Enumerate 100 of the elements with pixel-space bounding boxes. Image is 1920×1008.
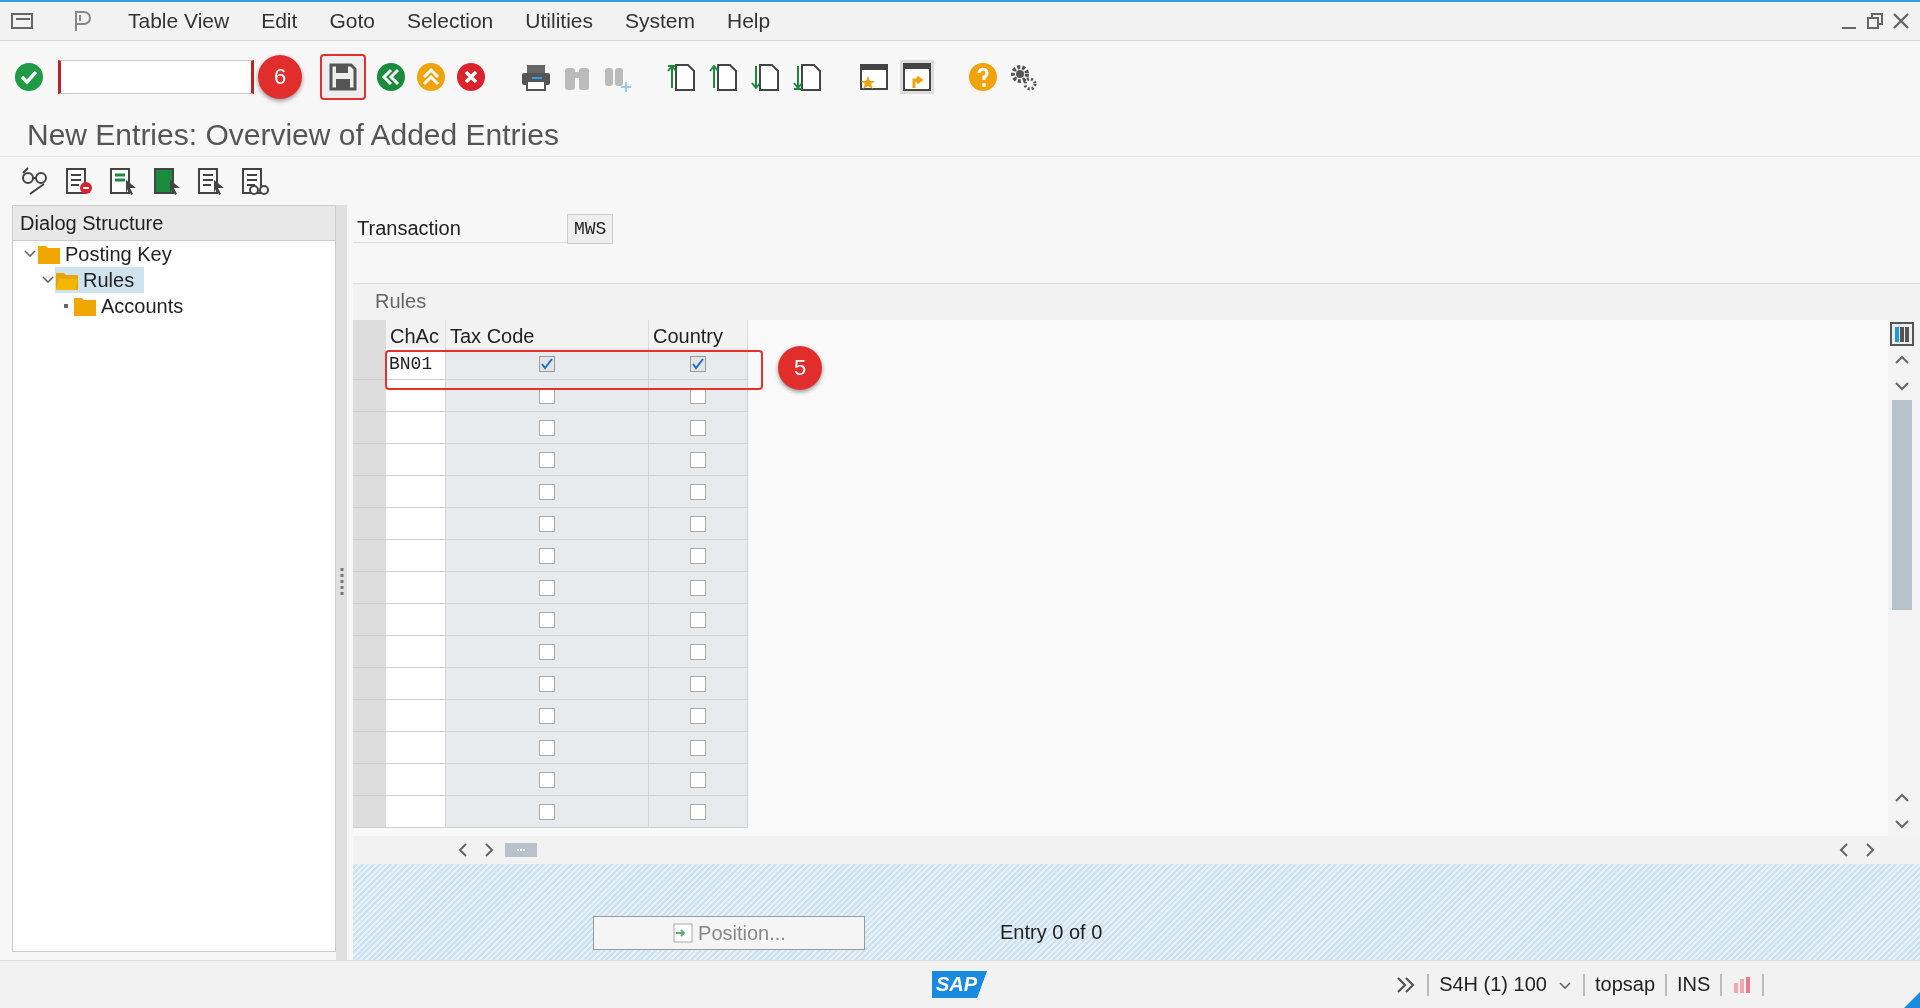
checkbox[interactable] (690, 483, 706, 500)
table-cell[interactable] (386, 508, 446, 540)
checkbox[interactable] (539, 419, 555, 436)
system-info[interactable]: S4H (1) 100 (1439, 973, 1547, 996)
back-icon[interactable] (376, 62, 406, 92)
settings-icon[interactable] (1008, 62, 1038, 92)
bar-chart-icon (1732, 974, 1753, 995)
tree-item[interactable]: Posting Key (37, 241, 182, 267)
transaction-field: MWS (567, 214, 614, 244)
delete-row-icon[interactable] (64, 166, 94, 196)
menu-item[interactable]: System (625, 9, 695, 33)
select-all-icon[interactable] (108, 166, 138, 196)
last-page-icon[interactable] (792, 62, 824, 92)
folder-icon (37, 243, 61, 265)
previous-page-icon[interactable] (708, 62, 740, 92)
checkbox[interactable] (539, 739, 555, 756)
menu-item[interactable]: Selection (406, 9, 494, 33)
restore-icon[interactable] (1866, 12, 1884, 30)
group-title: Rules (374, 289, 428, 314)
document-glasses-icon[interactable] (240, 166, 270, 196)
checkbox[interactable] (539, 547, 555, 564)
menu-item[interactable]: Edit (261, 9, 298, 33)
table-cell[interactable] (386, 764, 446, 796)
glasses-pencil-icon[interactable] (20, 166, 50, 196)
table-cell[interactable] (386, 668, 446, 700)
step-badge: 6 (258, 55, 302, 99)
column-settings-icon[interactable] (1890, 322, 1914, 346)
row-selector[interactable] (353, 348, 386, 380)
scrollbar-thumb-icon[interactable] (505, 843, 537, 857)
table-cell[interactable] (386, 380, 446, 412)
column-header[interactable]: Tax Code (446, 320, 649, 348)
folder-icon (73, 295, 97, 317)
table-cell[interactable] (386, 572, 446, 604)
select-block-icon[interactable] (152, 166, 182, 196)
help-icon[interactable] (968, 62, 998, 92)
step-badge: 5 (778, 346, 822, 390)
resize-grip-icon (1904, 992, 1920, 1008)
checkbox[interactable] (690, 739, 706, 756)
page-title: New Entries: Overview of Added Entries (27, 117, 559, 152)
new-window-icon[interactable] (858, 62, 890, 92)
checkbox[interactable] (539, 771, 555, 788)
table-cell[interactable] (386, 604, 446, 636)
checkbox[interactable] (539, 675, 555, 692)
next-page-icon[interactable] (750, 62, 782, 92)
shortcut-icon[interactable] (900, 60, 934, 94)
scrollbar-thumb[interactable] (1892, 400, 1912, 610)
column-header[interactable]: Country (649, 320, 748, 348)
checkbox[interactable] (690, 451, 706, 468)
checkbox[interactable] (539, 579, 555, 596)
menu-item[interactable]: Goto (329, 9, 375, 33)
cancel-icon[interactable] (456, 62, 486, 92)
checkbox[interactable] (690, 419, 706, 436)
table-cell[interactable] (386, 796, 446, 828)
entry-count: Entry 0 of 0 (1000, 921, 1103, 945)
checkbox[interactable] (690, 643, 706, 660)
table-cell[interactable] (386, 700, 446, 732)
save-button[interactable] (320, 54, 366, 100)
table-cell[interactable]: BN01 (386, 348, 446, 380)
table-cell[interactable] (386, 732, 446, 764)
table-cell[interactable] (386, 476, 446, 508)
table-cell[interactable] (386, 540, 446, 572)
menu-item[interactable]: Utilities (525, 9, 593, 33)
table-cell[interactable] (386, 444, 446, 476)
column-header[interactable]: ChAc (386, 320, 446, 348)
checkbox[interactable] (690, 611, 706, 628)
checkbox[interactable] (690, 515, 706, 532)
checkbox[interactable] (539, 643, 555, 660)
checkbox[interactable] (690, 547, 706, 564)
checkbox[interactable] (539, 611, 555, 628)
checkbox[interactable] (539, 483, 555, 500)
printer-icon[interactable] (520, 62, 552, 92)
close-icon[interactable] (1892, 12, 1910, 30)
menu-icon[interactable] (10, 10, 36, 32)
checkbox[interactable] (690, 355, 706, 372)
table-cell[interactable] (386, 412, 446, 444)
tree-item[interactable]: Accounts (73, 293, 194, 319)
checkbox[interactable] (539, 803, 555, 820)
checkbox[interactable] (539, 515, 555, 532)
checkbox[interactable] (539, 707, 555, 724)
splitter-handle-icon[interactable] (339, 567, 344, 598)
menu-item[interactable]: Table View (128, 9, 230, 33)
checkbox[interactable] (690, 771, 706, 788)
user-name: topsap (1594, 973, 1656, 996)
panel-title: Dialog Structure (13, 206, 335, 241)
table-cell[interactable] (386, 636, 446, 668)
checkbox[interactable] (539, 451, 555, 468)
checkmark-icon[interactable] (14, 62, 44, 92)
position-icon (672, 922, 695, 944)
deselect-all-icon[interactable] (196, 166, 226, 196)
menu-item[interactable]: Help (727, 9, 771, 33)
checkbox[interactable] (690, 675, 706, 692)
checkbox[interactable] (690, 579, 706, 596)
checkbox[interactable] (690, 707, 706, 724)
command-field[interactable] (58, 60, 254, 94)
checkbox[interactable] (690, 803, 706, 820)
first-page-icon[interactable] (666, 62, 698, 92)
tree-item[interactable]: Rules (55, 267, 145, 293)
input-mode: INS (1677, 973, 1711, 996)
up-icon[interactable] (416, 62, 446, 92)
checkbox[interactable] (539, 355, 555, 372)
